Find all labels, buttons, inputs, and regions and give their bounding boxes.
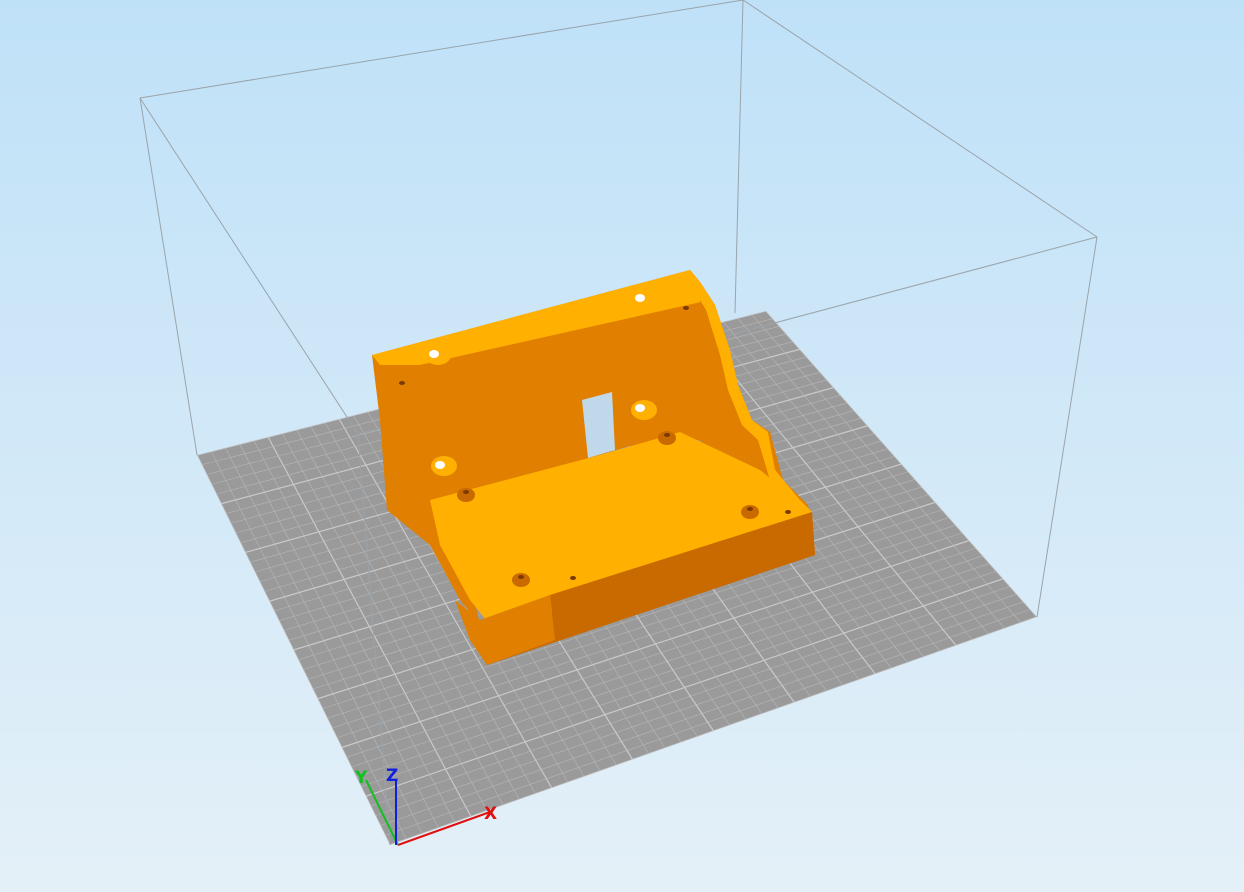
scene-canvas[interactable]: X Y Z <box>0 0 1244 892</box>
x-axis-label: X <box>484 804 497 824</box>
z-axis-label: Z <box>386 766 398 786</box>
3d-viewport[interactable]: X Y Z <box>0 0 1244 892</box>
y-axis-label: Y <box>354 768 368 788</box>
